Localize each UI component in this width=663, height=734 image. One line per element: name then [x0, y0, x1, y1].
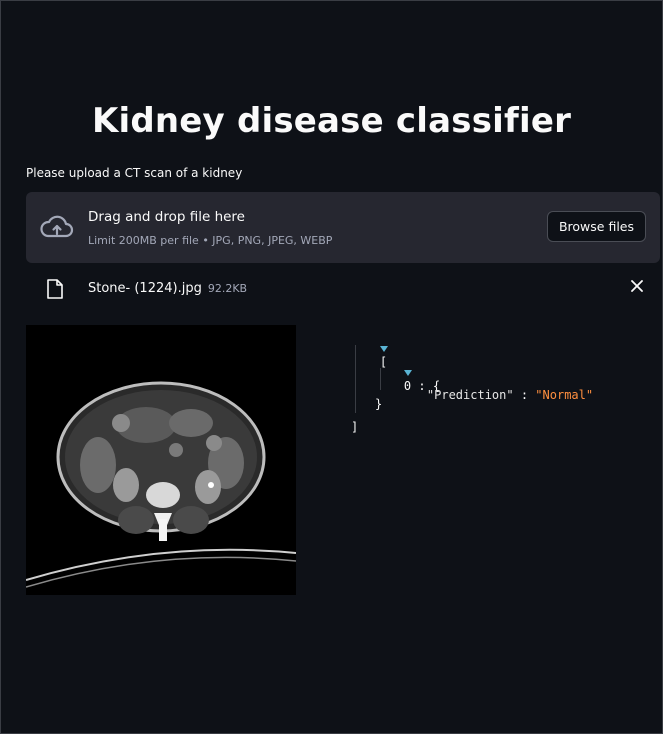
page-title: Kidney disease classifier [91, 101, 572, 141]
uploaded-file-size: 92.2KB [207, 282, 248, 295]
uploaded-file-name: Stone- (1224).jpg [88, 281, 202, 296]
dropzone-title: Drag and drop file here [88, 209, 245, 225]
json-value: "Normal" [535, 388, 594, 402]
uploaded-file-row: Stone- (1224).jpg 92.2KB [26, 275, 652, 305]
file-dropzone[interactable]: Drag and drop file here Limit 200MB per … [26, 192, 660, 263]
json-key: "Prediction" [426, 388, 514, 402]
close-icon[interactable] [630, 279, 644, 293]
cloud-upload-icon [40, 215, 74, 238]
json-indent-guide [355, 345, 356, 413]
uploader-label: Please upload a CT scan of a kidney [26, 166, 243, 180]
dropzone-subtitle: Limit 200MB per file • JPG, PNG, JPEG, W… [88, 234, 333, 247]
json-close-bracket: ] [351, 420, 359, 434]
json-indent-guide [380, 368, 381, 390]
file-icon [47, 279, 63, 299]
json-close-brace: } [375, 397, 383, 411]
ct-scan-image [26, 325, 296, 595]
browse-files-button[interactable]: Browse files [546, 211, 646, 242]
json-colon: : [513, 388, 536, 402]
